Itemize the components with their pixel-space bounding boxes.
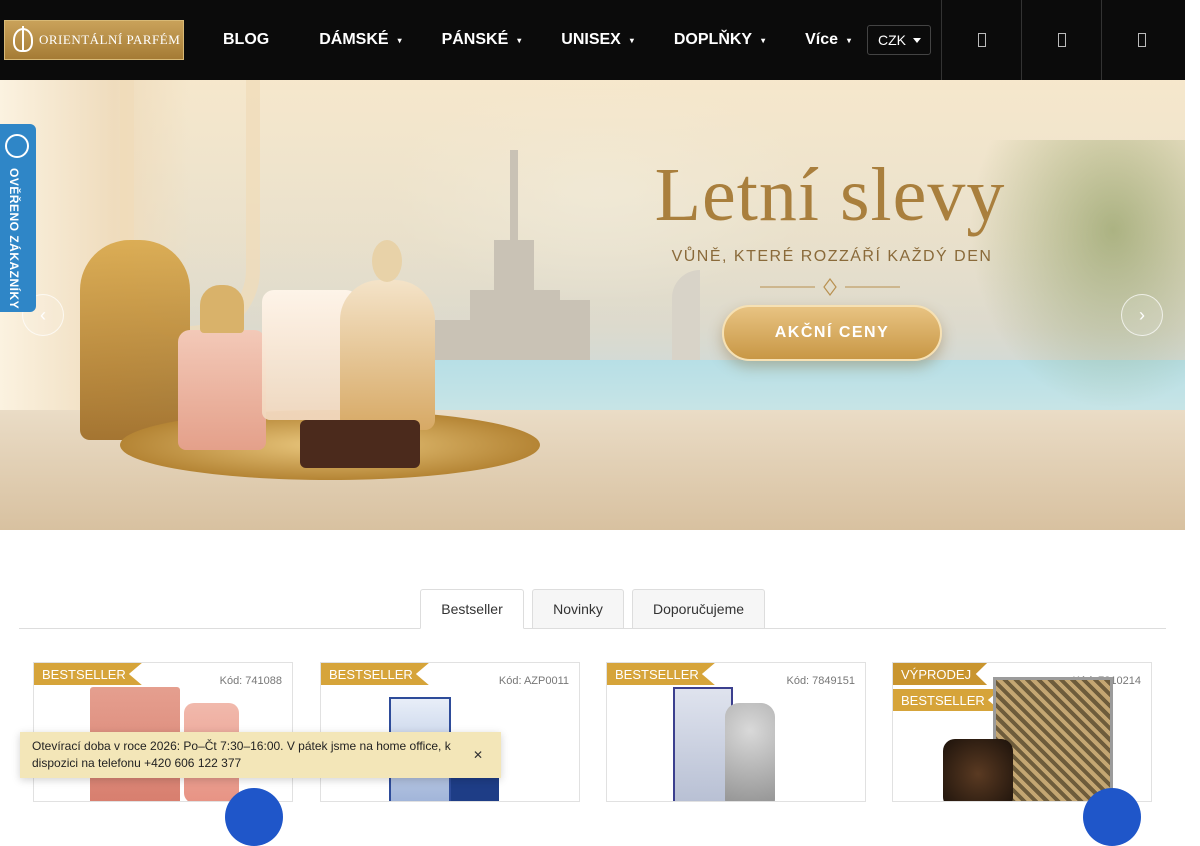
- verified-customers-badge[interactable]: OVĚŘENO ZÁKAZNÍKY: [0, 124, 36, 312]
- tab-doporucujeme[interactable]: Doporučujeme: [632, 589, 765, 629]
- product-code: Kód: 7849151: [786, 675, 855, 687]
- badge-bestseller: BESTSELLER: [607, 663, 715, 685]
- notice-phone[interactable]: +420 606 122 377: [144, 756, 241, 770]
- badge-bestseller: BESTSELLER: [893, 689, 1001, 711]
- chevron-down-icon: ▾: [629, 35, 634, 45]
- carousel-next-button[interactable]: ›: [1121, 294, 1163, 336]
- chevron-down-icon: ▾: [847, 35, 852, 45]
- badge-sale: VÝPRODEJ: [893, 663, 988, 685]
- nav-item-damske[interactable]: DÁMSKÉ ▾: [306, 31, 414, 49]
- product-card[interactable]: VÝPRODEJ BESTSELLER Kód: 7810214: [892, 662, 1152, 802]
- chevron-down-icon: ▾: [761, 35, 766, 45]
- lantern-image: [80, 240, 190, 440]
- verified-label: OVĚŘENO ZÁKAZNÍKY: [7, 168, 21, 310]
- banner-title: Letní slevy: [654, 153, 1006, 237]
- scroll-button[interactable]: [1083, 788, 1141, 846]
- search-icon: [977, 33, 986, 47]
- product-code: Kód: AZP0011: [498, 675, 569, 687]
- chevron-left-icon: ‹: [40, 304, 46, 325]
- logo-mark-icon: [13, 26, 33, 52]
- banner-subtitle: VŮNĚ, KTERÉ ROZZÁŘÍ KAŽDÝ DEN: [671, 248, 993, 265]
- account-button[interactable]: [1021, 0, 1101, 80]
- tab-bestseller[interactable]: Bestseller: [420, 589, 524, 629]
- tab-novinky[interactable]: Novinky: [532, 589, 624, 629]
- nav-item-blog[interactable]: BLOG: [210, 31, 282, 49]
- product-image: [673, 687, 733, 801]
- nav-item-doplnky[interactable]: DOPLŇKY ▾: [661, 31, 778, 49]
- chevron-down-icon: ▾: [397, 35, 402, 45]
- cart-icon: [1137, 33, 1146, 47]
- product-image: [943, 739, 1013, 801]
- product-code: Kód: 741088: [219, 675, 282, 687]
- currency-value: CZK: [878, 32, 906, 48]
- opening-hours-notice: Otevírací doba v roce 2026: Po–Čt 7:30–1…: [20, 732, 501, 778]
- search-button[interactable]: [941, 0, 1021, 80]
- sail-tower: [672, 270, 700, 370]
- chat-button[interactable]: [225, 788, 283, 846]
- close-icon[interactable]: ✕: [473, 747, 483, 764]
- user-icon: [1057, 33, 1066, 47]
- site-header: ORIENTÁLNÍ PARFÉM BLOG DÁMSKÉ ▾ PÁNSKÉ ▾ U…: [0, 0, 1185, 80]
- nav-item-panske[interactable]: PÁNSKÉ ▾: [429, 31, 535, 49]
- notice-text: Otevírací doba v roce 2026: Po–Čt 7:30–1…: [32, 739, 451, 770]
- main-nav: BLOG DÁMSKÉ ▾ PÁNSKÉ ▾ UNISEX ▾ DOPLŇKY ▾ Ví…: [210, 0, 864, 80]
- nav-item-unisex[interactable]: UNISEX ▾: [548, 31, 647, 49]
- perfume-bottle-image: [178, 330, 266, 450]
- chevron-right-icon: ›: [1139, 304, 1145, 325]
- cart-button[interactable]: [1101, 0, 1181, 80]
- skyline-spire: [510, 150, 518, 370]
- product-card[interactable]: BESTSELLER Kód: 7849151: [606, 662, 866, 802]
- ornament-icon: [760, 278, 900, 296]
- nav-item-vice[interactable]: Více ▾: [792, 31, 864, 49]
- currency-select[interactable]: CZK: [867, 25, 931, 55]
- logo[interactable]: ORIENTÁLNÍ PARFÉM: [4, 20, 184, 60]
- jar-image: [300, 420, 420, 468]
- badge-bestseller: BESTSELLER: [34, 663, 142, 685]
- chevron-down-icon: ▾: [517, 35, 522, 45]
- hero-banner[interactable]: Letní slevy VŮNĚ, KTERÉ ROZZÁŘÍ KAŽDÝ DE…: [0, 80, 1185, 530]
- perfume-cap-image: [372, 240, 402, 282]
- seal-icon: [5, 134, 29, 158]
- logo-text: ORIENTÁLNÍ PARFÉM: [39, 32, 181, 47]
- perfume-cap-image: [200, 285, 244, 333]
- product-image: [725, 703, 775, 801]
- cta-button[interactable]: AKČNÍ CENY: [722, 305, 942, 361]
- perfume-bottle-image: [340, 280, 435, 430]
- caret-down-icon: [913, 38, 921, 43]
- badge-bestseller: BESTSELLER: [321, 663, 429, 685]
